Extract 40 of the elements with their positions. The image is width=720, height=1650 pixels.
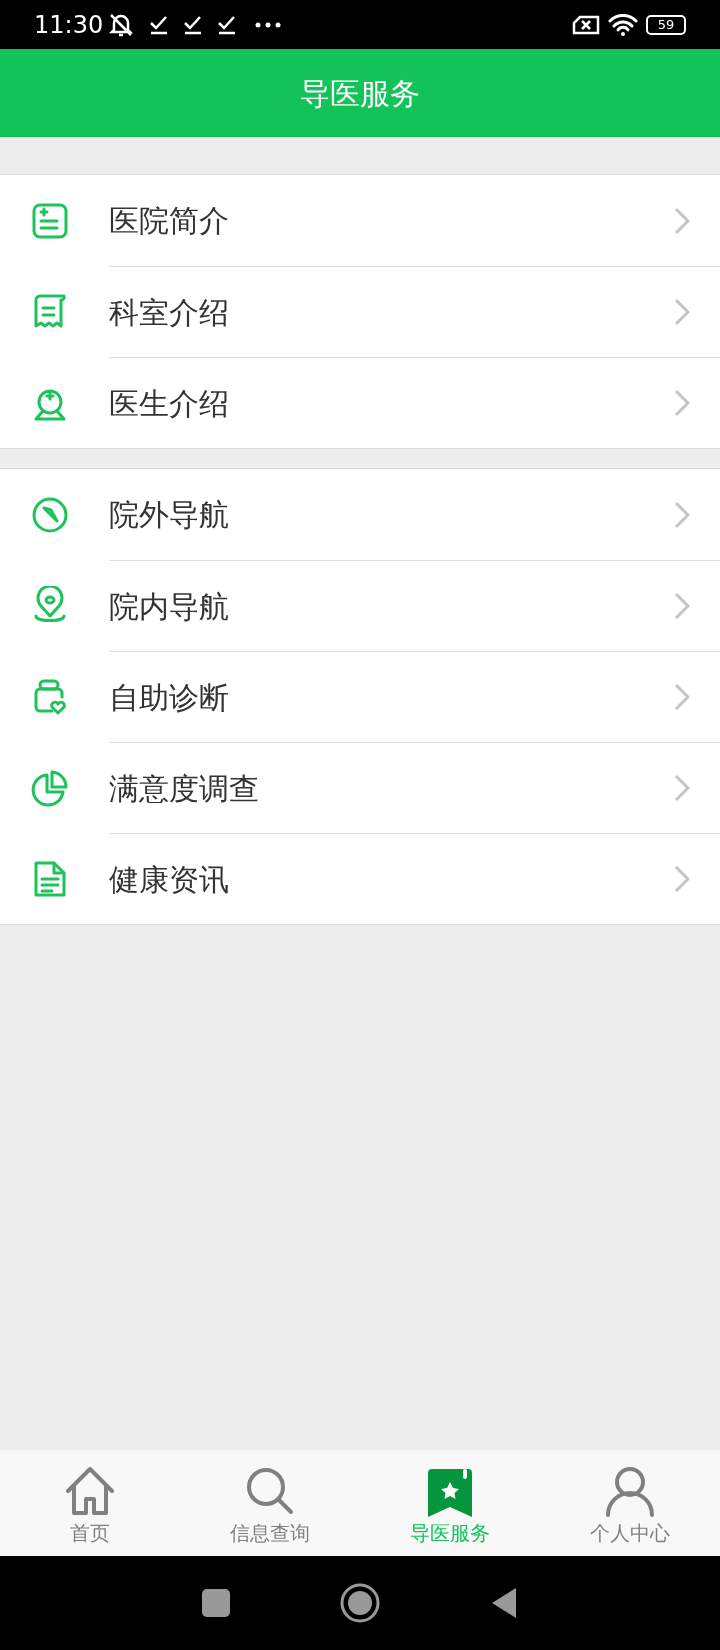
clock: 11:30	[34, 9, 104, 41]
tab[interactable]: 信息查询	[180, 1450, 360, 1556]
person-icon	[604, 1465, 656, 1519]
menu-item[interactable]: 医生介绍	[0, 357, 720, 448]
menu-label: 医生介绍	[109, 384, 230, 423]
tab[interactable]: 首页	[0, 1450, 180, 1556]
chevron-right-icon	[674, 500, 690, 529]
home-button[interactable]	[340, 1583, 380, 1623]
menu-label: 院内导航	[109, 587, 230, 626]
chevron-right-icon	[674, 298, 690, 326]
menu-label: 科室介绍	[109, 293, 230, 332]
chevron-right-icon	[674, 683, 690, 711]
more-icon	[255, 21, 282, 28]
chevron-right-icon	[674, 389, 690, 417]
tab[interactable]: 个人中心	[540, 1450, 720, 1556]
menu-item[interactable]: 满意度调查	[0, 742, 720, 833]
page-title: 导医服务	[300, 74, 420, 113]
menu-item[interactable]: 科室介绍	[0, 266, 720, 357]
menu-item[interactable]: 院外导航	[0, 469, 720, 560]
menu-item[interactable]: 医院简介	[0, 175, 720, 266]
menu-item[interactable]: 健康资讯	[0, 833, 720, 924]
menu-label: 医院简介	[109, 202, 230, 240]
check-icon	[183, 14, 204, 35]
menu-label: 健康资讯	[109, 860, 230, 899]
menu-item[interactable]: 院内导航	[0, 560, 720, 651]
chevron-right-icon	[674, 592, 690, 620]
menu-label: 满意度调查	[109, 769, 260, 808]
recents-button[interactable]	[202, 1589, 230, 1617]
back-button[interactable]	[490, 1586, 518, 1620]
chevron-right-icon	[674, 865, 690, 893]
menu-label: 自助诊断	[109, 678, 230, 717]
check-icon	[149, 14, 170, 35]
menu-label: 院外导航	[109, 496, 230, 534]
check-icon	[217, 14, 238, 35]
battery-icon: 59	[646, 14, 686, 35]
chevron-right-icon	[674, 206, 690, 235]
wifi-icon	[608, 13, 638, 36]
sim-off-icon	[572, 14, 600, 35]
chevron-right-icon	[674, 774, 690, 802]
menu-item[interactable]: 自助诊断	[0, 651, 720, 742]
